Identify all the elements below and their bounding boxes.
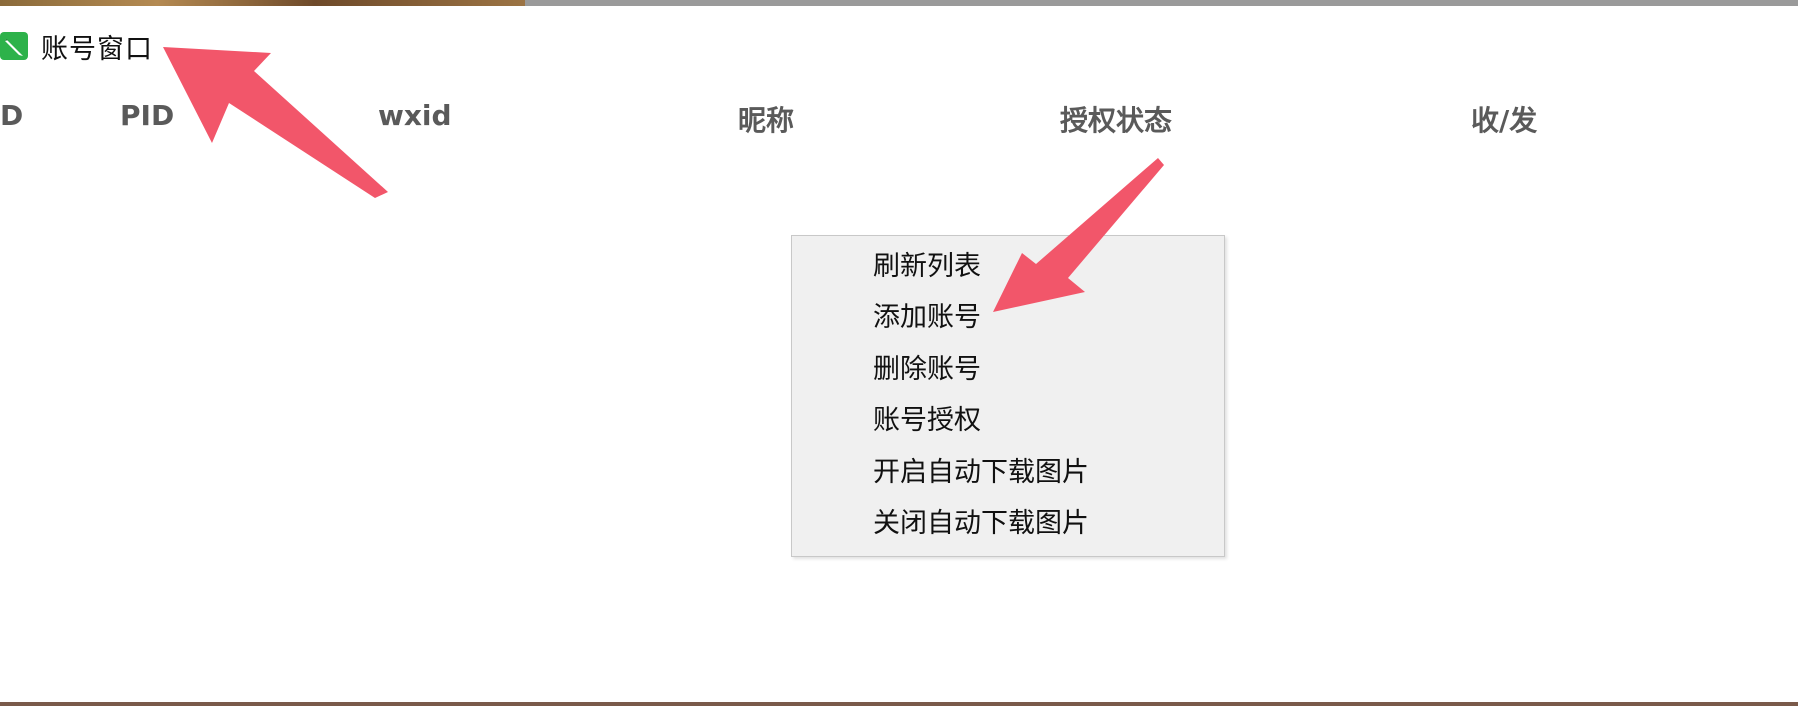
column-header-id[interactable]: D bbox=[0, 99, 23, 132]
menu-item-refresh-list[interactable]: 刷新列表 bbox=[792, 243, 1224, 291]
column-header-pid[interactable]: PID bbox=[120, 99, 174, 132]
menu-item-disable-auto-download-images[interactable]: 关闭自动下载图片 bbox=[792, 500, 1224, 548]
window-title: 账号窗口 bbox=[41, 33, 153, 65]
window-titlebar: 账号窗口 bbox=[0, 26, 153, 66]
column-header-receive-send[interactable]: 收/发 bbox=[1471, 99, 1537, 139]
column-header-auth-status[interactable]: 授权状态 bbox=[1060, 99, 1172, 139]
pen-app-icon bbox=[0, 32, 28, 60]
column-header-nickname[interactable]: 昵称 bbox=[738, 99, 794, 139]
menu-item-delete-account[interactable]: 删除账号 bbox=[792, 346, 1224, 394]
menu-item-enable-auto-download-images[interactable]: 开启自动下载图片 bbox=[792, 449, 1224, 497]
menu-item-add-account[interactable]: 添加账号 bbox=[792, 294, 1224, 342]
context-menu: 刷新列表 添加账号 删除账号 账号授权 开启自动下载图片 关闭自动下载图片 bbox=[791, 235, 1225, 557]
screen-bottom-edge bbox=[0, 702, 1798, 706]
menu-item-authorize-account[interactable]: 账号授权 bbox=[792, 397, 1224, 445]
table-header: D PID wxid 昵称 授权状态 收/发 bbox=[0, 91, 1798, 141]
column-header-wxid[interactable]: wxid bbox=[378, 99, 452, 132]
